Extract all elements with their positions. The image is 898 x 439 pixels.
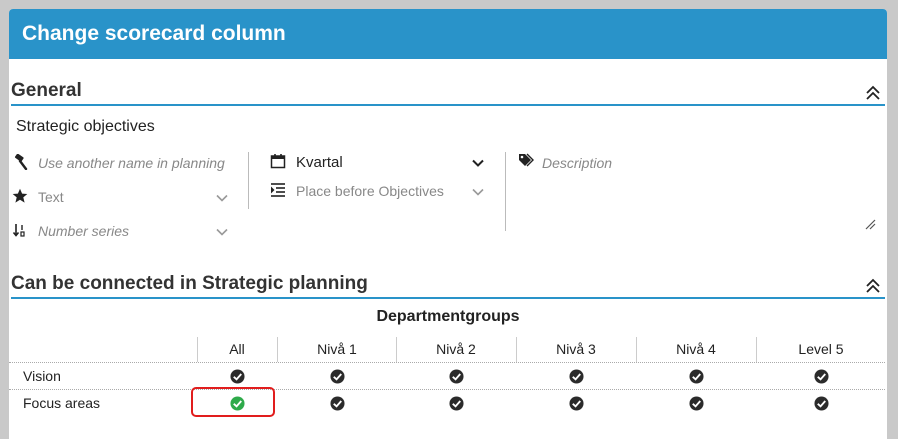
column-divider bbox=[505, 152, 506, 231]
column-name-field[interactable]: Strategic objectives bbox=[16, 118, 155, 136]
column-header: Nivå 2 bbox=[436, 341, 476, 357]
connect-section-header[interactable]: Can be connected in Strategic planning bbox=[11, 272, 885, 299]
change-scorecard-column-dialog: Change scorecard column General Strategi… bbox=[9, 9, 887, 439]
check-circle-icon[interactable] bbox=[329, 369, 345, 384]
column-divider bbox=[756, 337, 757, 362]
column-header: Nivå 4 bbox=[676, 341, 716, 357]
alt-name-input[interactable]: Use another name in planning bbox=[38, 155, 232, 171]
general-section-title: General bbox=[11, 80, 82, 101]
column-divider bbox=[516, 337, 517, 362]
number-series-select[interactable]: Number series bbox=[38, 223, 129, 239]
check-circle-icon[interactable] bbox=[229, 369, 245, 384]
period-select[interactable]: Kvartal bbox=[296, 154, 343, 171]
collapse-up-icon[interactable] bbox=[865, 85, 881, 101]
column-header: Nivå 1 bbox=[317, 341, 357, 357]
column-divider bbox=[248, 152, 249, 209]
row-divider bbox=[9, 389, 885, 390]
gavel-icon bbox=[14, 154, 28, 170]
check-circle-icon[interactable] bbox=[568, 396, 584, 411]
check-circle-icon[interactable] bbox=[813, 396, 829, 411]
type-select[interactable]: Text bbox=[38, 189, 64, 205]
check-circle-icon[interactable] bbox=[448, 369, 464, 384]
description-textarea[interactable]: Description bbox=[542, 155, 612, 171]
check-circle-icon[interactable] bbox=[568, 369, 584, 384]
highlight-outline bbox=[191, 387, 275, 417]
check-circle-icon[interactable] bbox=[688, 369, 704, 384]
position-select[interactable]: Place before Objectives bbox=[296, 183, 444, 199]
collapse-up-icon[interactable] bbox=[865, 278, 881, 294]
general-section-header[interactable]: General bbox=[11, 79, 885, 106]
row-label: Focus areas bbox=[23, 395, 101, 411]
column-header: Level 5 bbox=[798, 341, 844, 357]
column-header: All bbox=[229, 341, 245, 357]
sort-numeric-icon bbox=[12, 224, 25, 237]
resize-handle-icon[interactable] bbox=[864, 218, 876, 230]
column-divider bbox=[396, 337, 397, 362]
star-icon bbox=[12, 188, 28, 203]
indent-icon bbox=[271, 183, 285, 197]
chevron-down-icon[interactable] bbox=[472, 188, 484, 196]
check-circle-icon[interactable] bbox=[329, 396, 345, 411]
column-divider bbox=[636, 337, 637, 362]
row-divider bbox=[9, 362, 885, 363]
calendar-icon bbox=[270, 154, 286, 169]
check-circle-icon[interactable] bbox=[813, 369, 829, 384]
chevron-down-icon[interactable] bbox=[216, 228, 228, 236]
row-label: Vision bbox=[23, 368, 61, 384]
check-circle-icon[interactable] bbox=[448, 396, 464, 411]
chevron-down-icon[interactable] bbox=[216, 194, 228, 202]
connect-section-title: Can be connected in Strategic planning bbox=[11, 273, 368, 294]
tags-icon bbox=[519, 153, 534, 167]
check-circle-icon[interactable] bbox=[688, 396, 704, 411]
column-header: Nivå 3 bbox=[556, 341, 596, 357]
dialog-title: Change scorecard column bbox=[9, 9, 887, 59]
chevron-down-icon[interactable] bbox=[472, 159, 484, 167]
department-groups-title: Departmentgroups bbox=[376, 308, 520, 325]
